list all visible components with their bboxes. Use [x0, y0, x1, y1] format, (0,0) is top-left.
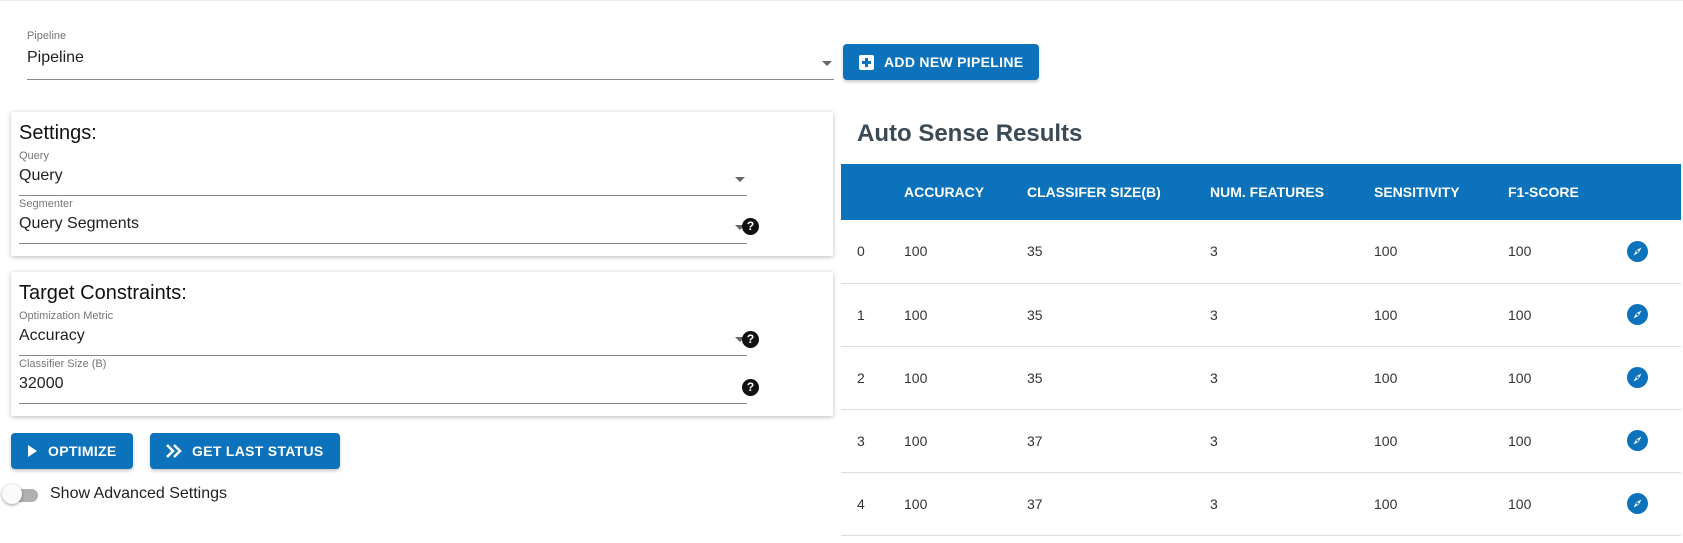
cell-accuracy: 100 — [904, 220, 1027, 284]
cell-classifier-size: 35 — [1027, 346, 1210, 410]
cell-accuracy: 100 — [904, 346, 1027, 410]
cell-num-features: 3 — [1210, 220, 1374, 284]
cell-num-features: 3 — [1210, 283, 1374, 347]
pipeline-value: Pipeline — [27, 49, 84, 66]
segmenter-help-icon[interactable]: ? — [742, 218, 759, 235]
compass-icon[interactable] — [1627, 304, 1648, 325]
cell-index: 3 — [841, 409, 904, 473]
pipeline-select[interactable]: Pipeline Pipeline — [27, 30, 834, 80]
cell-accuracy: 100 — [904, 409, 1027, 473]
segmenter-select[interactable]: Segmenter Query Segments — [19, 198, 747, 244]
chevron-down-icon[interactable] — [822, 61, 832, 66]
get-last-status-button[interactable]: GET LAST STATUS — [150, 433, 340, 469]
top-divider — [0, 0, 1683, 1]
compass-icon[interactable] — [1627, 493, 1648, 514]
results-body: 0 100 35 3 100 100 1 100 35 3 100 100 2 100 35 3 100 100 3… — [841, 220, 1681, 536]
get-last-status-label: GET LAST STATUS — [192, 443, 324, 459]
target-constraints-title: Target Constraints: — [19, 282, 187, 304]
col-header-sensitivity[interactable]: SENSITIVITY — [1374, 164, 1508, 220]
cell-accuracy: 100 — [904, 283, 1027, 347]
cell-index: 1 — [841, 283, 904, 347]
col-header-accuracy[interactable]: ACCURACY — [904, 164, 1027, 220]
query-select[interactable]: Query Query — [19, 150, 747, 196]
table-row: 4 100 37 3 100 100 — [841, 472, 1681, 536]
cell-f1-score: 100 — [1508, 220, 1627, 284]
advanced-settings-toggle[interactable] — [2, 484, 38, 504]
cell-classifier-size: 35 — [1027, 220, 1210, 284]
col-header-actions — [1627, 164, 1681, 220]
optimize-button[interactable]: OPTIMIZE — [11, 433, 133, 469]
compass-icon[interactable] — [1627, 240, 1648, 262]
cell-f1-score: 100 — [1508, 346, 1627, 410]
cell-f1-score: 100 — [1508, 283, 1627, 347]
cell-classifier-size: 37 — [1027, 409, 1210, 473]
cell-action — [1627, 472, 1681, 536]
cell-sensitivity: 100 — [1374, 220, 1508, 284]
table-row: 2 100 35 3 100 100 — [841, 346, 1681, 410]
double-chevron-right-icon — [166, 444, 182, 458]
col-header-num-features[interactable]: NUM. FEATURES — [1210, 164, 1374, 220]
classifier-size-input[interactable]: Classifier Size (B) 32000 — [19, 358, 747, 404]
cell-f1-score: 100 — [1508, 472, 1627, 536]
cell-action — [1627, 283, 1681, 347]
table-row: 1 100 35 3 100 100 — [841, 283, 1681, 347]
col-header-classifier-size[interactable]: CLASSIFER SIZE(B) — [1027, 164, 1210, 220]
classifier-size-label: Classifier Size (B) — [19, 358, 107, 370]
settings-card: Settings: Query Query Segmenter Query Se… — [11, 112, 833, 256]
cell-num-features: 3 — [1210, 346, 1374, 410]
table-row: 0 100 35 3 100 100 — [841, 220, 1681, 284]
add-new-pipeline-button[interactable]: ADD NEW PIPELINE — [843, 44, 1040, 80]
play-icon — [28, 445, 37, 457]
cell-sensitivity: 100 — [1374, 283, 1508, 347]
pipeline-label: Pipeline — [27, 30, 67, 42]
settings-title: Settings: — [19, 122, 97, 144]
plus-box-icon — [859, 54, 874, 70]
advanced-settings-label: Show Advanced Settings — [50, 485, 228, 502]
add-new-pipeline-label: ADD NEW PIPELINE — [884, 54, 1024, 70]
optimization-metric-label: Optimization Metric — [19, 310, 114, 322]
results-title: Auto Sense Results — [857, 120, 1083, 147]
results-table: ACCURACY CLASSIFER SIZE(B) NUM. FEATURES… — [841, 164, 1681, 536]
toggle-knob — [2, 484, 22, 504]
cell-num-features: 3 — [1210, 472, 1374, 536]
table-row: 3 100 37 3 100 100 — [841, 409, 1681, 473]
optimization-metric-help-icon[interactable]: ? — [742, 331, 759, 348]
compass-icon[interactable] — [1627, 430, 1648, 451]
optimization-metric-value: Accuracy — [19, 327, 85, 344]
cell-classifier-size: 35 — [1027, 283, 1210, 347]
col-header-f1-score[interactable]: F1-SCORE — [1508, 164, 1627, 220]
cell-accuracy: 100 — [904, 472, 1027, 536]
cell-classifier-size: 37 — [1027, 472, 1210, 536]
classifier-size-value: 32000 — [19, 375, 64, 392]
cell-index: 0 — [841, 220, 904, 284]
query-value: Query — [19, 167, 63, 184]
cell-action — [1627, 220, 1681, 284]
table-header-row: ACCURACY CLASSIFER SIZE(B) NUM. FEATURES… — [841, 164, 1681, 220]
col-header-index — [841, 164, 904, 220]
chevron-down-icon[interactable] — [735, 177, 745, 182]
cell-sensitivity: 100 — [1374, 472, 1508, 536]
query-label: Query — [19, 150, 49, 162]
optimization-metric-select[interactable]: Optimization Metric Accuracy — [19, 310, 747, 356]
segmenter-value: Query Segments — [19, 215, 140, 232]
cell-action — [1627, 409, 1681, 473]
cell-sensitivity: 100 — [1374, 409, 1508, 473]
cell-index: 4 — [841, 472, 904, 536]
cell-f1-score: 100 — [1508, 409, 1627, 473]
classifier-size-help-icon[interactable]: ? — [742, 379, 759, 396]
segmenter-label: Segmenter — [19, 198, 73, 210]
cell-action — [1627, 346, 1681, 410]
cell-index: 2 — [841, 346, 904, 410]
cell-num-features: 3 — [1210, 409, 1374, 473]
optimize-label: OPTIMIZE — [48, 443, 117, 459]
compass-icon[interactable] — [1627, 367, 1648, 388]
target-constraints-card: Target Constraints: Optimization Metric … — [11, 272, 833, 416]
cell-sensitivity: 100 — [1374, 346, 1508, 410]
